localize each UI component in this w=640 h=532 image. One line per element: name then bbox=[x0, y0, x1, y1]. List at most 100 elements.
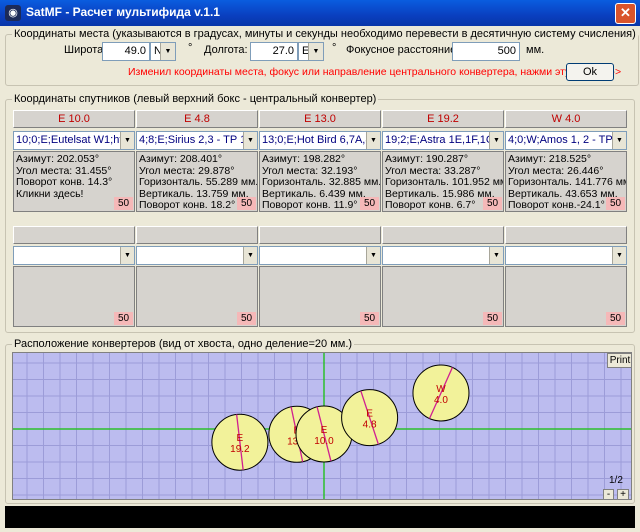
satellite-header bbox=[382, 226, 504, 244]
focus-unit: мм. bbox=[526, 44, 545, 56]
satellite-select[interactable]: 19;2;E;Astra 1E,1F,1G,1H ▼ bbox=[382, 131, 504, 150]
converter-marker[interactable]: W4.0 bbox=[412, 364, 470, 422]
converter-position-label: 10.0 bbox=[314, 436, 334, 447]
longitude-input[interactable]: 27.0 bbox=[250, 42, 298, 61]
chevron-down-icon[interactable]: ▼ bbox=[243, 132, 257, 149]
lnb-size-badge[interactable]: 50 bbox=[114, 197, 133, 210]
focus-label: Фокусное расстояние: bbox=[346, 44, 460, 56]
degree-symbol: ° bbox=[188, 42, 193, 54]
converter-position-label: 19.2 bbox=[230, 444, 250, 455]
satellite-info-box: Азимут: 190.287° Угол места: 33.287° Гориз… bbox=[382, 151, 504, 212]
satellite-select[interactable]: ▼ bbox=[382, 246, 504, 265]
zoom-in-button[interactable]: + bbox=[617, 489, 629, 499]
satellite-select[interactable]: 4;8;E;Sirius 2,3 - TP 1176 ▼ bbox=[136, 131, 258, 150]
satellite-select[interactable]: ▼ bbox=[259, 246, 381, 265]
converter-plot[interactable]: E19.2E13.0E10.0E4.8W4.0 Print 1/2 - + bbox=[12, 352, 632, 500]
chevron-down-icon[interactable]: ▼ bbox=[308, 43, 323, 60]
satellite-info-line: Азимут: 198.282° bbox=[262, 153, 346, 165]
satellite-info-box: 50 bbox=[505, 266, 627, 327]
converter-direction-label: E bbox=[237, 433, 244, 444]
chevron-down-icon[interactable]: ▼ bbox=[489, 247, 503, 264]
lnb-size-badge[interactable]: 50 bbox=[483, 197, 502, 210]
satellite-header bbox=[505, 226, 627, 244]
converter-layout-legend: Расположение конвертеров (вид от хвоста,… bbox=[14, 338, 353, 350]
satellite-info-box[interactable]: Азимут: 202.053° Угол места: 31.455° Повор… bbox=[13, 151, 135, 212]
lnb-size-badge[interactable]: 50 bbox=[237, 312, 256, 325]
zoom-out-button[interactable]: - bbox=[603, 489, 614, 499]
latitude-label: Широта: bbox=[64, 44, 107, 56]
app-window: ◉ SatMF - Расчет мультифида v.1.1 ✕ Коор… bbox=[0, 0, 640, 532]
converter-position-label: 4.8 bbox=[363, 420, 377, 431]
satellites-legend: Координаты спутников (левый верхний бокс… bbox=[14, 93, 377, 105]
satellite-info-box: Азимут: 198.282° Угол места: 32.193° Гориз… bbox=[259, 151, 381, 212]
title-bar[interactable]: ◉ SatMF - Расчет мультифида v.1.1 ✕ bbox=[0, 0, 640, 26]
satellite-select[interactable]: 10;0;E;Eutelsat W1;http:\ ▼ bbox=[13, 131, 135, 150]
satellite-select-value: 13;0;E;Hot Bird 6,7A,8 - T bbox=[262, 134, 381, 146]
satellite-info-box: Азимут: 218.525° Угол места: 26.446° Гориз… bbox=[505, 151, 627, 212]
lnb-size-badge[interactable]: 50 bbox=[606, 197, 625, 210]
chevron-down-icon[interactable]: ▼ bbox=[612, 247, 626, 264]
satellite-info-line: Азимут: 190.287° bbox=[385, 153, 469, 165]
lnb-size-badge[interactable]: 50 bbox=[114, 312, 133, 325]
print-button[interactable]: Print bbox=[607, 353, 631, 368]
lnb-size-badge[interactable]: 50 bbox=[360, 312, 379, 325]
window-title: SatMF - Расчет мультифида v.1.1 bbox=[26, 5, 220, 19]
satellite-select[interactable]: ▼ bbox=[13, 246, 135, 265]
satellite-header: E 10.0 bbox=[13, 110, 135, 128]
page-indicator: 1/2 bbox=[609, 475, 623, 486]
satellite-info-line: Азимут: 202.053° bbox=[16, 153, 100, 165]
chevron-down-icon[interactable]: ▼ bbox=[612, 132, 626, 149]
satellite-select[interactable]: 13;0;E;Hot Bird 6,7A,8 - T ▼ bbox=[259, 131, 381, 150]
lnb-size-badge[interactable]: 50 bbox=[606, 312, 625, 325]
chevron-down-icon[interactable]: ▼ bbox=[160, 43, 175, 60]
converter-direction-label: E bbox=[321, 425, 328, 436]
satellite-info-box: 50 bbox=[13, 266, 135, 327]
chevron-down-icon[interactable]: ▼ bbox=[366, 132, 380, 149]
converter-position-label: 4.0 bbox=[434, 395, 448, 406]
satellite-header: E 4.8 bbox=[136, 110, 258, 128]
converter-marker[interactable]: E4.8 bbox=[341, 389, 399, 447]
latitude-input[interactable]: 49.0 bbox=[102, 42, 150, 61]
satellite-info-box: 50 bbox=[382, 266, 504, 327]
longitude-label: Долгота: bbox=[204, 44, 248, 56]
lnb-size-badge[interactable]: 50 bbox=[360, 197, 379, 210]
converter-direction-label: E bbox=[366, 409, 373, 420]
converter-marker[interactable]: E19.2 bbox=[211, 413, 269, 471]
satellite-info-box: Азимут: 208.401° Угол места: 29.878° Гориз… bbox=[136, 151, 258, 212]
satellite-header bbox=[13, 226, 135, 244]
focus-input[interactable]: 500 bbox=[452, 42, 520, 61]
longitude-direction-select[interactable]: E ▼ bbox=[298, 42, 324, 61]
satellite-app-icon: ◉ bbox=[5, 5, 21, 21]
satellite-header bbox=[259, 226, 381, 244]
satellite-select[interactable]: ▼ bbox=[136, 246, 258, 265]
lnb-size-badge[interactable]: 50 bbox=[237, 197, 256, 210]
satellite-info-box: 50 bbox=[136, 266, 258, 327]
satellite-info-box: 50 bbox=[259, 266, 381, 327]
location-legend: Координаты места (указываются в градусах… bbox=[14, 28, 636, 40]
chevron-down-icon[interactable]: ▼ bbox=[120, 132, 134, 149]
satellite-header: W 4.0 bbox=[505, 110, 627, 128]
chevron-down-icon[interactable]: ▼ bbox=[120, 247, 134, 264]
latitude-direction-select[interactable]: N ▼ bbox=[150, 42, 176, 61]
lnb-size-badge[interactable]: 50 bbox=[483, 312, 502, 325]
ok-button[interactable]: Ok bbox=[566, 63, 614, 81]
satellite-header bbox=[136, 226, 258, 244]
close-button[interactable]: ✕ bbox=[615, 3, 636, 24]
converter-direction-label: W bbox=[436, 384, 446, 395]
satellite-select[interactable]: 4;0;W;Amos 1, 2 - TP 107 ▼ bbox=[505, 131, 627, 150]
satellite-select-value: 4;8;E;Sirius 2,3 - TP 1176 bbox=[139, 134, 258, 146]
chevron-down-icon[interactable]: ▼ bbox=[366, 247, 380, 264]
satellite-select-value: 19;2;E;Astra 1E,1F,1G,1H bbox=[385, 134, 504, 146]
converter-plot-canvas: E19.2E13.0E10.0E4.8W4.0 bbox=[13, 353, 631, 499]
satellite-select-value: 4;0;W;Amos 1, 2 - TP 107 bbox=[508, 134, 627, 146]
chevron-down-icon[interactable]: ▼ bbox=[243, 247, 257, 264]
satellite-header: E 19.2 bbox=[382, 110, 504, 128]
satellite-select-value: 10;0;E;Eutelsat W1;http:\ bbox=[16, 134, 135, 146]
ok-hint: Изменил координаты места, фокус или напр… bbox=[128, 66, 622, 78]
satellite-info-line: Азимут: 208.401° bbox=[139, 153, 223, 165]
satellite-select[interactable]: ▼ bbox=[505, 246, 627, 265]
degree-symbol: ° bbox=[332, 42, 337, 54]
status-bar bbox=[5, 506, 635, 528]
chevron-down-icon[interactable]: ▼ bbox=[489, 132, 503, 149]
satellite-header: E 13.0 bbox=[259, 110, 381, 128]
